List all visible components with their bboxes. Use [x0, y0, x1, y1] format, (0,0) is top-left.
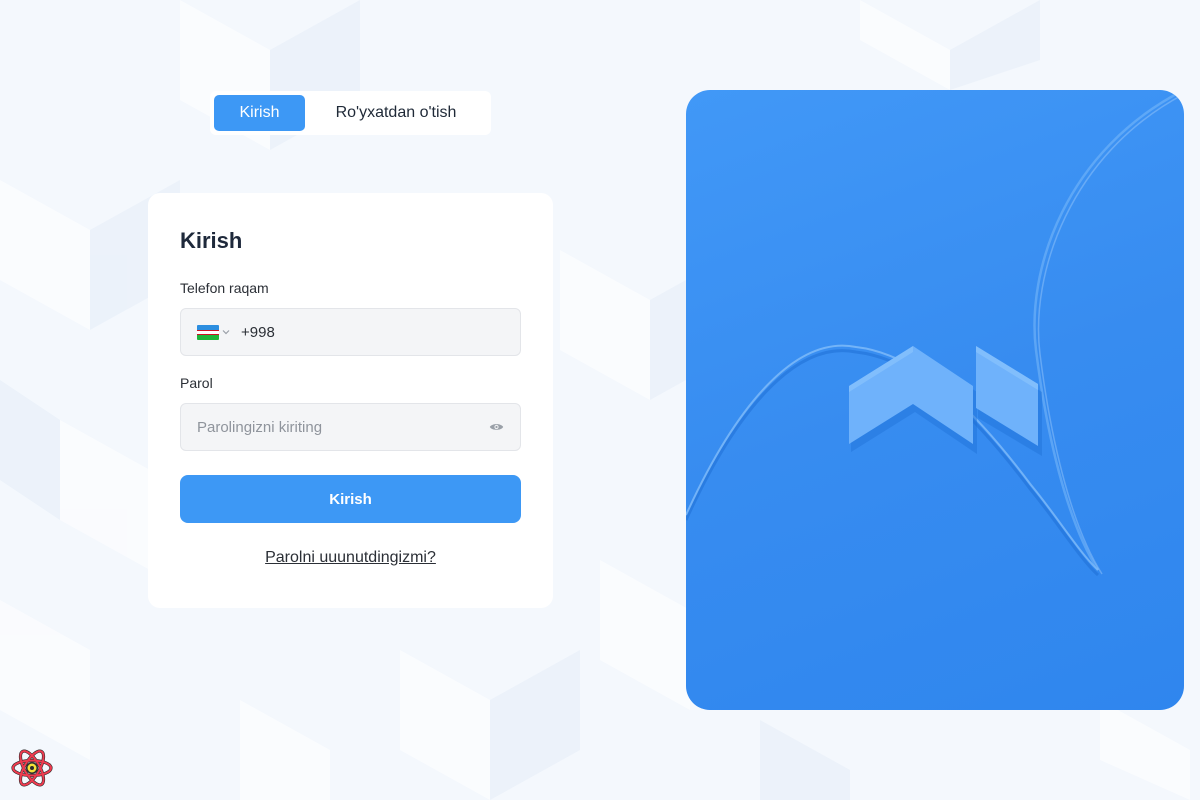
hero-panel	[686, 90, 1184, 710]
eye-icon[interactable]	[488, 419, 504, 435]
forgot-password: Parolni uuunutdingizmi?	[180, 549, 521, 567]
password-field-wrapper	[180, 403, 521, 451]
login-card: Kirish Telefon raqam +998 Parol Kirish P…	[148, 193, 553, 608]
phone-field[interactable]: +998	[180, 308, 521, 356]
tab-register[interactable]: Ro'yxatdan o'tish	[305, 95, 487, 131]
chevron-down-icon[interactable]	[222, 327, 232, 337]
uzbekistan-flag-icon[interactable]	[197, 324, 219, 340]
phone-code[interactable]: +998	[241, 324, 275, 341]
auth-tabs: Kirish Ro'yxatdan o'tish	[210, 91, 491, 135]
forgot-password-link[interactable]: Parolni uuunutdingizmi?	[265, 549, 436, 566]
tab-login[interactable]: Kirish	[214, 95, 305, 131]
password-input[interactable]	[197, 418, 488, 436]
password-label: Parol	[180, 375, 213, 391]
form-title: Kirish	[180, 228, 243, 253]
hero-illustration	[686, 90, 1184, 577]
login-button[interactable]: Kirish	[180, 475, 521, 523]
phone-label: Telefon raqam	[180, 280, 269, 296]
react-logo-icon[interactable]	[11, 747, 53, 789]
